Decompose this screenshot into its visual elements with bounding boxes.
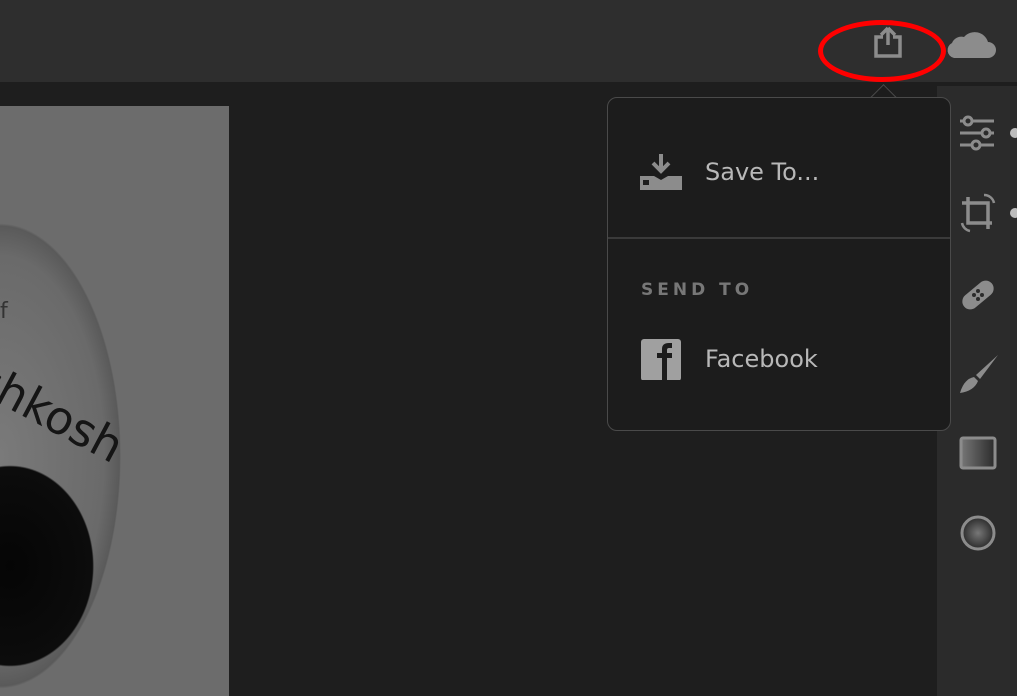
share-popover: Save To... SEND TO Facebook — [607, 97, 951, 431]
healing-tool-button[interactable] — [958, 275, 998, 315]
photo-text-large: shkosh — [0, 351, 133, 474]
brush-icon — [960, 355, 998, 393]
download-tray-icon — [640, 154, 682, 190]
sliders-icon — [960, 115, 994, 151]
popover-divider — [608, 237, 950, 239]
facebook-icon — [641, 339, 681, 380]
facebook-button[interactable]: Facebook — [608, 329, 950, 389]
save-to-button[interactable]: Save To... — [608, 142, 950, 202]
brush-tool-button[interactable] — [958, 353, 998, 393]
edit-tool-button[interactable] — [958, 113, 998, 153]
highlight-ellipse — [818, 20, 946, 82]
linear-gradient-icon — [959, 436, 997, 470]
crop-indicator-dot — [1010, 208, 1017, 218]
bandage-icon — [962, 280, 994, 310]
crop-rotate-icon — [960, 193, 996, 233]
save-to-label: Save To... — [705, 158, 820, 186]
cloud-icon — [947, 32, 996, 58]
send-to-heading: SEND TO — [641, 280, 754, 300]
photo-text-small: f — [0, 299, 8, 324]
linear-gradient-tool-button[interactable] — [958, 433, 998, 473]
edit-indicator-dot — [1010, 128, 1017, 138]
cloud-sync-button[interactable] — [946, 24, 996, 60]
top-bar — [0, 0, 1017, 82]
radial-gradient-tool-button[interactable] — [958, 513, 998, 553]
facebook-label: Facebook — [705, 345, 818, 373]
crop-tool-button[interactable] — [958, 193, 998, 233]
radial-gradient-icon — [960, 515, 996, 551]
photo-canvas[interactable]: f shkosh — [0, 106, 229, 696]
